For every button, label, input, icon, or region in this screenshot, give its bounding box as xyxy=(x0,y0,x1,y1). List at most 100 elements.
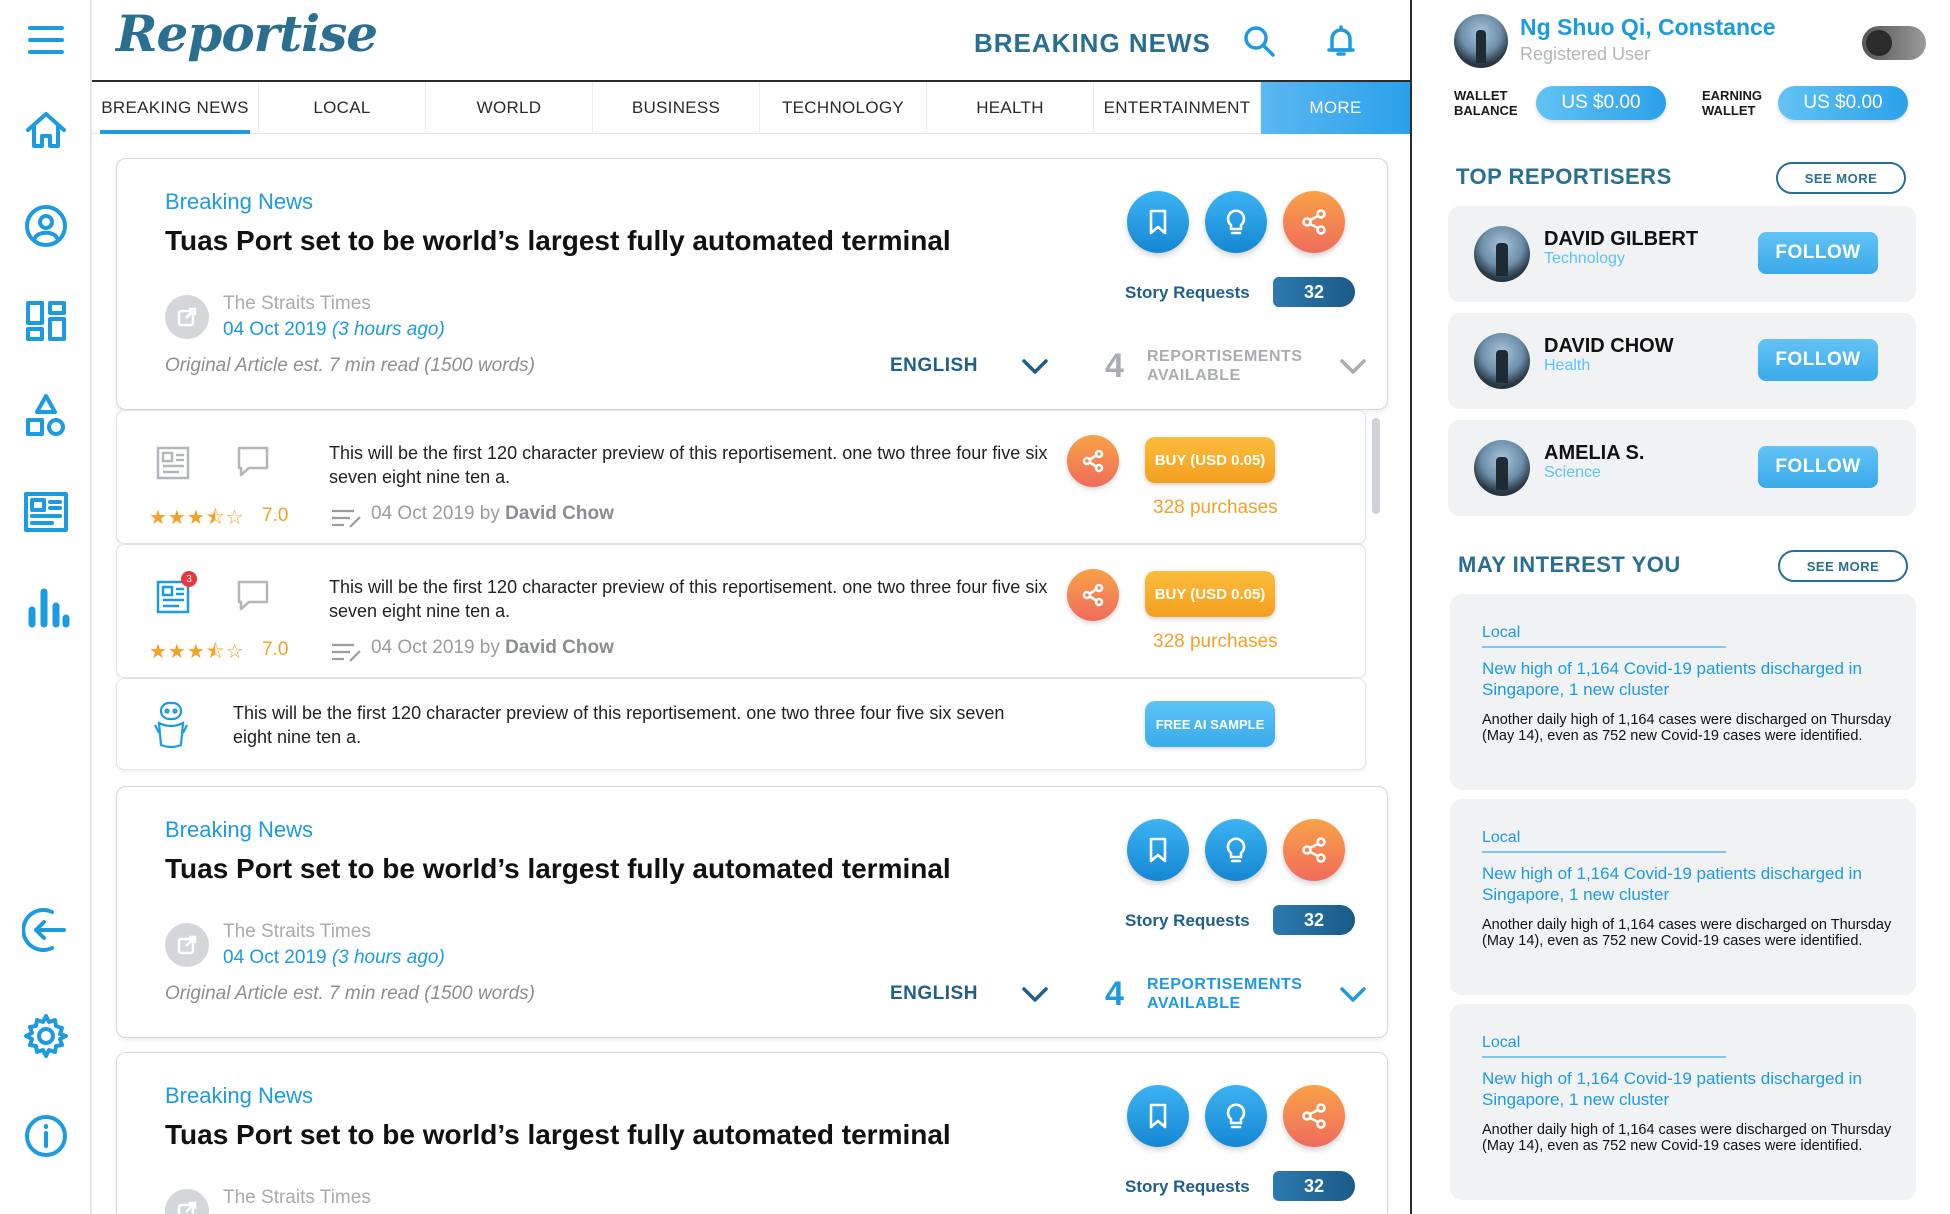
article-read-info: Original Article est. 7 min read (1500 w… xyxy=(165,355,535,376)
interest-headline[interactable]: New high of 1,164 Covid-19 patients disc… xyxy=(1482,863,1892,905)
article-category: Breaking News xyxy=(165,817,313,842)
mode-toggle[interactable] xyxy=(1862,26,1926,60)
ai-sample-row[interactable]: This will be the first 120 character pre… xyxy=(116,678,1366,770)
reportisement-row[interactable]: ★★★⯪☆ 7.0 04 Oct 2019 by David Chow This… xyxy=(116,410,1366,544)
menu-icon[interactable] xyxy=(20,14,72,66)
chevron-down-icon[interactable] xyxy=(1339,985,1367,1005)
idea-button[interactable] xyxy=(1205,1085,1267,1147)
story-requests-label: Story Requests xyxy=(1125,911,1250,930)
story-requests-label: Story Requests xyxy=(1125,1177,1250,1196)
purchases-count: 328 purchases xyxy=(1153,497,1278,518)
bookmark-button[interactable] xyxy=(1127,1085,1189,1147)
bookmark-button[interactable] xyxy=(1127,191,1189,253)
share-button[interactable] xyxy=(1283,191,1345,253)
original-article-link[interactable]: Original Article xyxy=(165,355,288,376)
tab-technology[interactable]: TECHNOLOGY xyxy=(760,82,927,134)
interest-card[interactable]: Local New high of 1,164 Covid-19 patient… xyxy=(1450,799,1916,995)
external-link-icon[interactable] xyxy=(165,1189,209,1214)
shapes-icon[interactable] xyxy=(20,390,72,442)
interest-card[interactable]: Local New high of 1,164 Covid-19 patient… xyxy=(1450,594,1916,790)
interest-headline[interactable]: New high of 1,164 Covid-19 patients disc… xyxy=(1482,658,1892,700)
bookmark-button[interactable] xyxy=(1127,819,1189,881)
settings-icon[interactable] xyxy=(20,1010,72,1062)
tab-breaking-news[interactable]: BREAKING NEWS xyxy=(92,82,259,134)
article-title[interactable]: Tuas Port set to be world’s largest full… xyxy=(165,853,951,885)
tab-more[interactable]: MORE xyxy=(1261,82,1410,134)
follow-button[interactable]: FOLLOW xyxy=(1758,446,1878,488)
info-icon[interactable] xyxy=(20,1110,72,1162)
reportiser-card[interactable]: DAVID GILBERT Technology FOLLOW xyxy=(1448,206,1916,302)
original-article-link[interactable]: Original Article xyxy=(165,983,288,1004)
logout-icon[interactable] xyxy=(20,904,72,956)
bell-icon[interactable] xyxy=(1324,24,1360,60)
reportiser-card[interactable]: DAVID CHOW Health FOLLOW xyxy=(1448,313,1916,409)
language-select[interactable]: ENGLISH xyxy=(890,983,978,1005)
avatar xyxy=(1474,440,1530,496)
chevron-down-icon[interactable] xyxy=(1021,357,1049,377)
comment-icon[interactable] xyxy=(235,443,271,479)
article-date: 04 Oct 2019 (3 hours ago) xyxy=(223,947,445,968)
left-nav-rail xyxy=(0,0,92,1214)
article-category: Breaking News xyxy=(165,189,313,214)
profile-icon[interactable] xyxy=(20,200,72,252)
follow-button[interactable]: FOLLOW xyxy=(1758,339,1878,381)
article-title[interactable]: Tuas Port set to be world’s largest full… xyxy=(165,225,951,257)
wallet-balance-value[interactable]: US $0.00 xyxy=(1536,86,1666,120)
user-name[interactable]: Ng Shuo Qi, Constance xyxy=(1520,14,1776,41)
tab-business[interactable]: BUSINESS xyxy=(593,82,760,134)
see-more-interest-button[interactable]: SEE MORE xyxy=(1778,550,1908,582)
idea-button[interactable] xyxy=(1205,191,1267,253)
search-icon[interactable] xyxy=(1242,24,1278,60)
buy-button[interactable]: BUY (USD 0.05) xyxy=(1145,437,1275,483)
interest-card[interactable]: Local New high of 1,164 Covid-19 patient… xyxy=(1450,1004,1916,1200)
share-button[interactable] xyxy=(1067,569,1119,621)
external-link-icon[interactable] xyxy=(165,295,209,339)
earning-wallet-value[interactable]: US $0.00 xyxy=(1778,86,1908,120)
reportisement-byline: 04 Oct 2019 by David Chow xyxy=(371,637,614,658)
notification-badge: 3 xyxy=(181,571,197,587)
tab-world[interactable]: WORLD xyxy=(426,82,593,134)
author-link[interactable]: David Chow xyxy=(505,637,614,658)
reportiser-card[interactable]: AMELIA S. Science FOLLOW xyxy=(1448,420,1916,516)
interest-summary: Another daily high of 1,164 cases were d… xyxy=(1482,917,1892,949)
ai-sample-preview[interactable]: This will be the first 120 character pre… xyxy=(233,701,1033,749)
article-thumbnail-icon xyxy=(155,445,191,481)
articles-icon[interactable] xyxy=(20,486,72,538)
tab-health[interactable]: HEALTH xyxy=(927,82,1094,134)
rating-value: 7.0 xyxy=(262,639,289,660)
interest-headline[interactable]: New high of 1,164 Covid-19 patients disc… xyxy=(1482,1068,1892,1110)
reportisement-preview[interactable]: This will be the first 120 character pre… xyxy=(329,575,1049,623)
free-ai-sample-button[interactable]: FREE AI SAMPLE xyxy=(1145,701,1275,747)
comment-icon[interactable] xyxy=(235,577,271,613)
reportisement-row[interactable]: 3 ★★★⯪☆ 7.0 04 Oct 2019 by David Chow Th… xyxy=(116,544,1366,678)
reportisement-preview[interactable]: This will be the first 120 character pre… xyxy=(329,441,1049,489)
share-button[interactable] xyxy=(1283,1085,1345,1147)
top-header: Reportise BREAKING NEWS xyxy=(92,0,1410,82)
tab-entertainment[interactable]: ENTERTAINMENT xyxy=(1094,82,1261,134)
user-role: Registered User xyxy=(1520,44,1651,64)
avatar[interactable] xyxy=(1454,14,1508,68)
interest-tag: Local xyxy=(1482,1034,1521,1051)
dashboard-icon[interactable] xyxy=(20,295,72,347)
buy-button[interactable]: BUY (USD 0.05) xyxy=(1145,571,1275,617)
external-link-icon[interactable] xyxy=(165,923,209,967)
article-card[interactable]: Breaking News Tuas Port set to be world’… xyxy=(116,158,1388,410)
chevron-down-icon[interactable] xyxy=(1021,985,1049,1005)
language-select[interactable]: ENGLISH xyxy=(890,355,978,377)
idea-button[interactable] xyxy=(1205,819,1267,881)
story-requests-count: 32 xyxy=(1273,905,1355,935)
app-logo[interactable]: Reportise xyxy=(116,4,378,63)
chart-icon[interactable] xyxy=(20,582,72,634)
article-card[interactable]: Breaking News Tuas Port set to be world’… xyxy=(116,786,1388,1038)
share-button[interactable] xyxy=(1283,819,1345,881)
tab-local[interactable]: LOCAL xyxy=(259,82,426,134)
home-icon[interactable] xyxy=(20,104,72,156)
article-title[interactable]: Tuas Port set to be world’s largest full… xyxy=(165,1119,951,1151)
see-more-reportisers-button[interactable]: SEE MORE xyxy=(1776,162,1906,194)
author-link[interactable]: David Chow xyxy=(505,503,614,524)
follow-button[interactable]: FOLLOW xyxy=(1758,232,1878,274)
article-card[interactable]: Breaking News Tuas Port set to be world’… xyxy=(116,1052,1388,1214)
share-button[interactable] xyxy=(1067,435,1119,487)
feed-scrollbar[interactable] xyxy=(1372,418,1380,514)
chevron-down-icon[interactable] xyxy=(1339,357,1367,377)
